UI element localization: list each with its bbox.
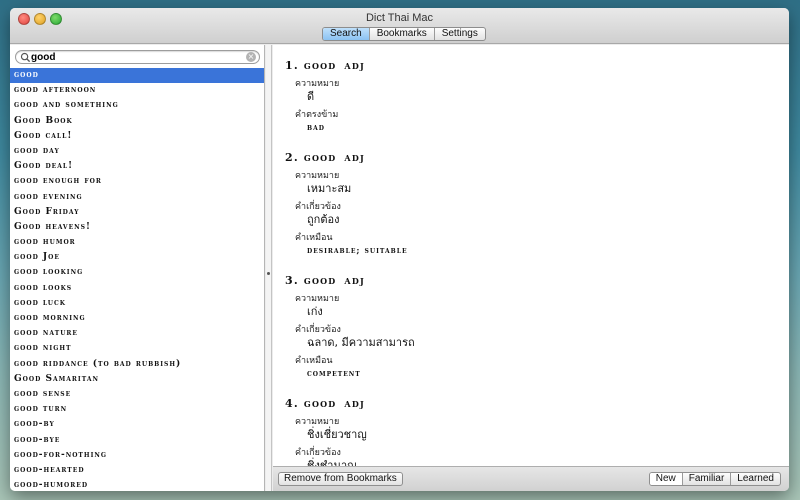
word-list-item[interactable]: good evening: [10, 190, 264, 205]
sense-heading: 1. good adj: [285, 59, 789, 73]
app-window: Dict Thai Mac SearchBookmarksSettings × …: [10, 8, 789, 491]
sense-entry: 2. good adj ความหมาย เหมาะสมคำเกี่ยวข้อง ถูก…: [285, 151, 789, 258]
search-field[interactable]: ×: [15, 50, 260, 64]
field-value: competent: [307, 369, 361, 379]
word-list-item[interactable]: Good Friday: [10, 205, 264, 220]
word-list-item[interactable]: Good deal!: [10, 159, 264, 174]
sense-headword: 2. good: [285, 151, 337, 164]
tab-settings[interactable]: Settings: [433, 28, 485, 40]
field-label: คำเหมือน: [295, 356, 333, 366]
word-list-item[interactable]: good night: [10, 341, 264, 356]
word-list-item[interactable]: good morning: [10, 311, 264, 326]
field-label: คำเกี่ยวข้อง: [295, 325, 341, 335]
remove-from-bookmarks-button[interactable]: Remove from Bookmarks: [278, 472, 403, 486]
sense-headword: 1. good: [285, 59, 337, 72]
sense-entry: 1. good adj ความหมาย ดีคำตรงข้าม bad: [285, 59, 789, 135]
field-label: คำเกี่ยวข้อง: [295, 202, 341, 212]
tab-search[interactable]: Search: [323, 28, 369, 40]
filter-learned[interactable]: Learned: [730, 473, 780, 485]
sense-headword: 4. good: [285, 397, 337, 410]
field-value: desirable; suitable: [307, 246, 408, 256]
sense-heading: 2. good adj: [285, 151, 789, 165]
word-list-item[interactable]: good riddance (to bad rubbish): [10, 357, 264, 372]
sense-heading: 4. good adj: [285, 397, 789, 411]
word-list-item[interactable]: good afternoon: [10, 83, 264, 98]
word-list-item[interactable]: good: [10, 68, 264, 84]
word-list-item[interactable]: good-for-nothing: [10, 448, 264, 463]
split-view-divider[interactable]: [266, 45, 272, 491]
mode-tabs: Search Bookmarks Settings: [322, 27, 486, 41]
window-title: Dict Thai Mac: [365, 12, 434, 24]
word-list-item[interactable]: Good Book: [10, 114, 264, 129]
part-of-speech: adj: [344, 151, 365, 164]
field-value: ถูกต้อง: [307, 213, 340, 226]
field-value: เก่ง: [307, 305, 323, 318]
bottom-bar: Remove from Bookmarks New Familiar Learned: [273, 466, 789, 491]
tab-bookmarks[interactable]: Bookmarks: [368, 28, 434, 40]
field-value: เหมาะสม: [307, 182, 352, 195]
word-list-item[interactable]: Good call!: [10, 129, 264, 144]
part-of-speech: adj: [344, 397, 365, 410]
sidebar: × goodgood afternoongood and somethingGo…: [10, 45, 265, 491]
clear-search-icon[interactable]: ×: [246, 52, 256, 62]
field-label: ความหมาย: [295, 171, 340, 181]
title-bar: Dict Thai Mac Search Bookmarks Settings: [10, 8, 789, 44]
field-label: คำเกี่ยวข้อง: [295, 448, 341, 458]
word-list-item[interactable]: good enough for: [10, 174, 264, 189]
sense-entry: 3. good adj ความหมาย เก่งคำเกี่ยวข้อง ฉลาด, …: [285, 274, 789, 381]
word-list-item[interactable]: good looking: [10, 265, 264, 280]
field-value: ฉลาด, มีความสามารถ: [307, 336, 415, 349]
learning-status-filter: New Familiar Learned: [648, 472, 781, 486]
field-label: ความหมาย: [295, 417, 340, 427]
search-icon: [20, 52, 31, 63]
word-list-item[interactable]: Good heavens!: [10, 220, 264, 235]
definition-panel: 1. good adj ความหมาย ดี คำตรงข้าม bad 2. good a…: [273, 45, 789, 466]
word-list-item[interactable]: Good Samaritan: [10, 372, 264, 387]
field-value: ชิ่งเชี่ยวชาญ: [307, 428, 367, 441]
field-label: ความหมาย: [295, 294, 340, 304]
word-list-item[interactable]: good and something: [10, 98, 264, 113]
sense-heading: 3. good adj: [285, 274, 789, 288]
field-label: คำตรงข้าม: [295, 110, 339, 120]
word-list-item[interactable]: good-humored: [10, 478, 264, 491]
divider-handle[interactable]: [267, 272, 270, 275]
word-list-item[interactable]: good luck: [10, 296, 264, 311]
search-input[interactable]: [31, 51, 241, 63]
filter-familiar[interactable]: Familiar: [681, 473, 731, 485]
word-list-item[interactable]: good-hearted: [10, 463, 264, 478]
word-list-item[interactable]: good-by: [10, 417, 264, 432]
field-value: ดี: [307, 90, 315, 103]
field-label: คำเหมือน: [295, 233, 333, 243]
word-list-item[interactable]: good humor: [10, 235, 264, 250]
filter-new[interactable]: New: [649, 473, 682, 485]
word-list-item[interactable]: good-bye: [10, 433, 264, 448]
field-value: bad: [307, 123, 325, 133]
sense-entry: 4. good adj ความหมาย ชิ่งเชี่ยวชาญคำเกี่ยวข…: [285, 397, 789, 466]
word-list-item[interactable]: good looks: [10, 281, 264, 296]
word-list-item[interactable]: good nature: [10, 326, 264, 341]
word-list: good good afternoon good and something Good…: [10, 68, 264, 491]
field-value: ชิ่งชำนาญ: [307, 459, 357, 466]
field-label: ความหมาย: [295, 79, 340, 89]
word-list-item[interactable]: good Joe: [10, 250, 264, 265]
sense-headword: 3. good: [285, 274, 337, 287]
part-of-speech: adj: [344, 274, 365, 287]
word-list-item[interactable]: good turn: [10, 402, 264, 417]
part-of-speech: adj: [344, 59, 365, 72]
word-list-item[interactable]: good day: [10, 144, 264, 159]
word-list-item[interactable]: good sense: [10, 387, 264, 402]
